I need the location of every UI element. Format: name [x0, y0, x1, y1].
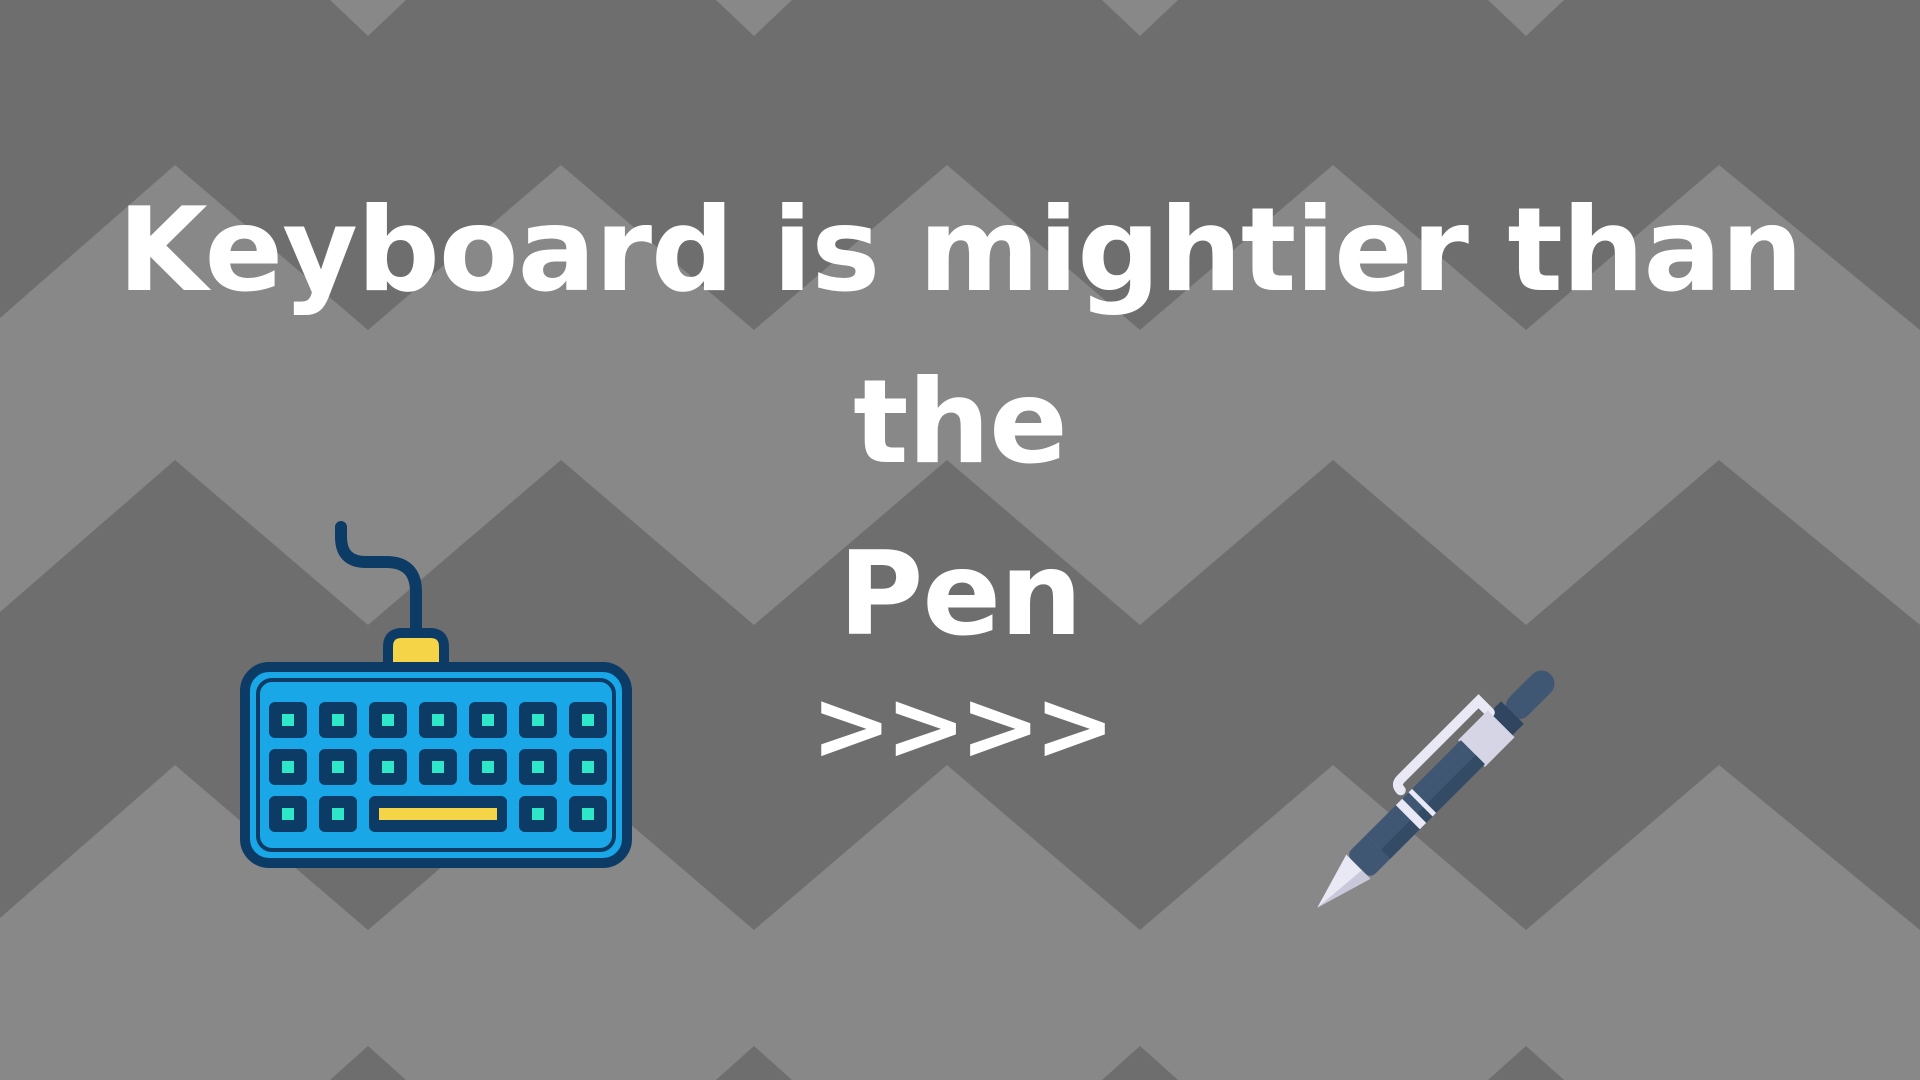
headline-line-2: Pen [838, 527, 1082, 662]
keyboard-icon [240, 521, 632, 868]
slide-canvas: Keyboard is mightier than the Pen >>>> [0, 0, 1920, 1080]
headline-line-1: Keyboard is mightier than the [117, 183, 1804, 490]
comparison-arrows: >>>> [811, 670, 1115, 782]
pen-icon [1317, 670, 1555, 908]
